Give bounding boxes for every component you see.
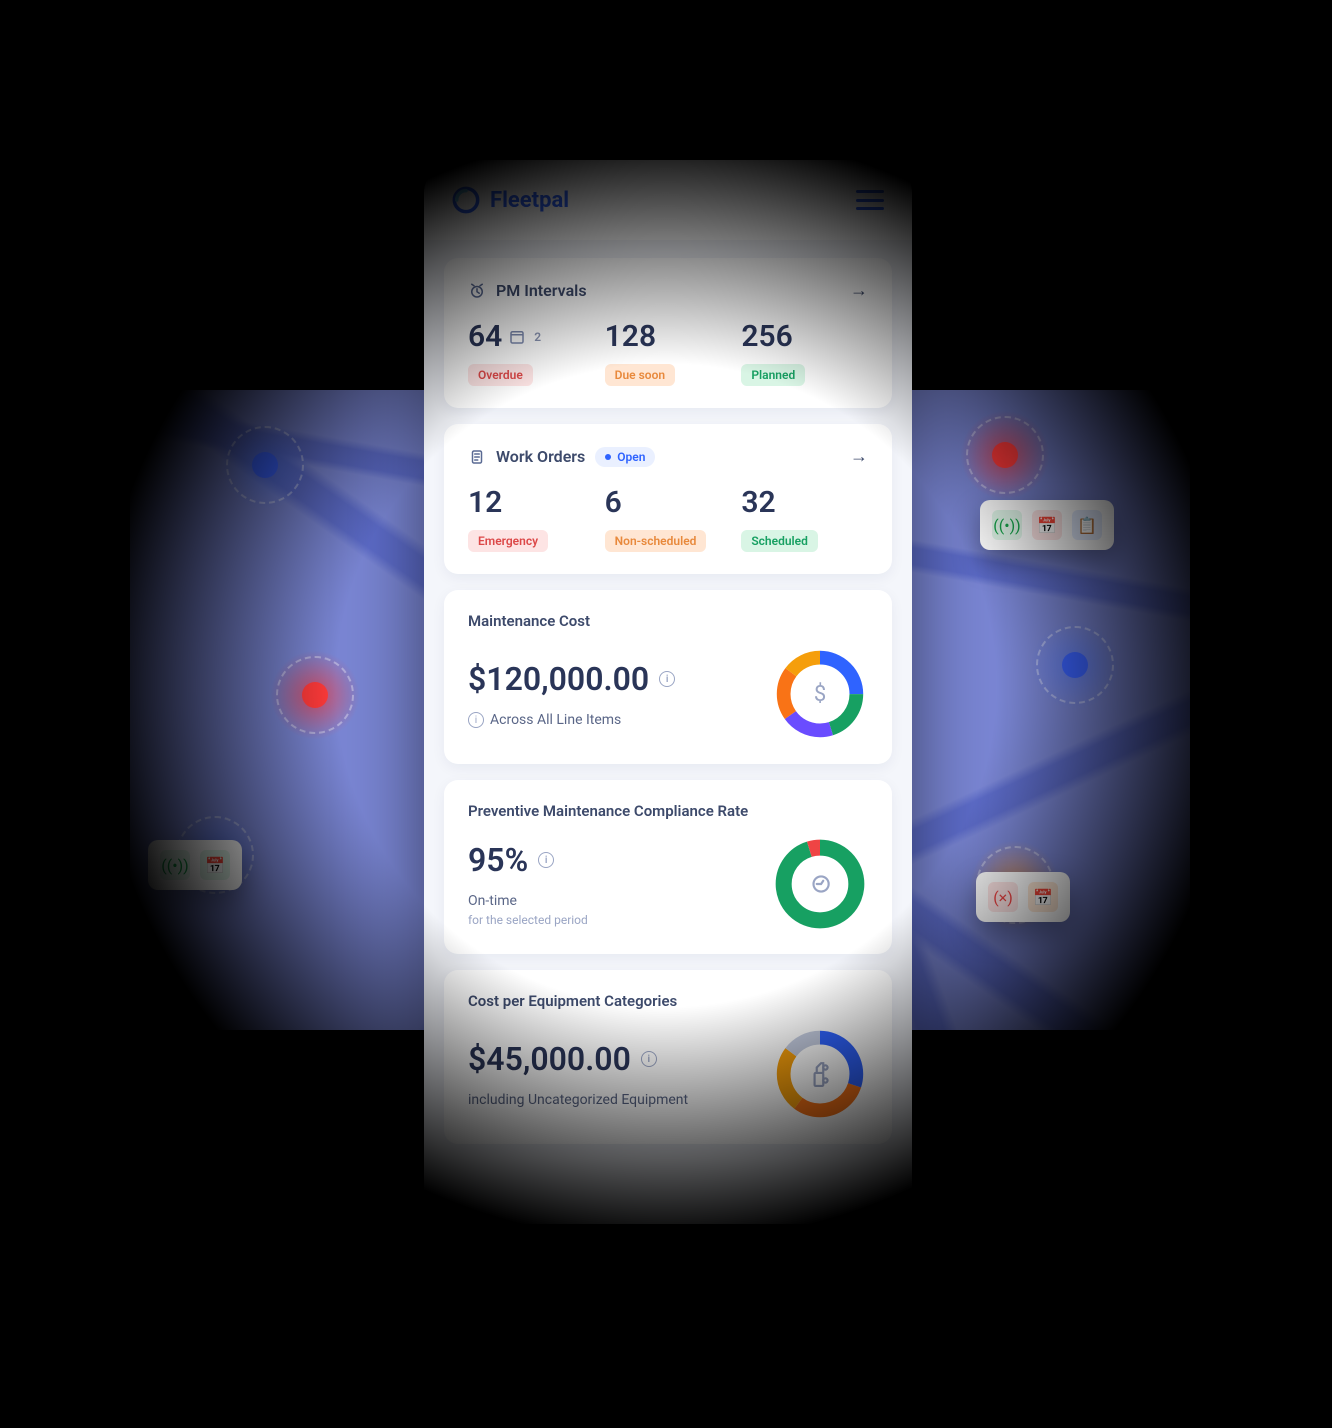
status-badge: Due soon — [605, 364, 675, 386]
kpi-note: On-time — [468, 893, 517, 909]
stat-due-soon: 128 Due soon — [605, 319, 732, 386]
clipboard-icon — [468, 448, 486, 466]
alarm-icon — [772, 836, 868, 932]
stat-value: 32 — [741, 485, 775, 520]
map-pin-red — [270, 650, 360, 740]
calendar-clock-icon: 📅 — [1028, 882, 1058, 912]
status-badge: Scheduled — [741, 530, 818, 552]
calendar-icon — [508, 328, 526, 346]
brand-name: Fleetpal — [490, 188, 569, 213]
kpi-note-sub: for the selected period — [468, 913, 754, 927]
status-badge: Emergency — [468, 530, 548, 552]
alarm-icon — [468, 282, 486, 300]
map-tooltip-left: ((•)) 📅 — [148, 840, 242, 890]
dollar-icon: $ — [772, 646, 868, 742]
calendar-check-icon: 📅 — [200, 850, 230, 880]
stat-overdue: 64 2 Overdue — [468, 319, 595, 386]
clipboard-icon: 📋 — [1072, 510, 1102, 540]
equipment-cost-donut — [772, 1026, 868, 1122]
equipment-cost-card[interactable]: Cost per Equipment Categories $45,000.00… — [444, 970, 892, 1144]
status-badge: Non-scheduled — [605, 530, 707, 552]
status-badge: Planned — [741, 364, 805, 386]
stat-value: 12 — [468, 485, 502, 520]
card-title: PM Intervals — [496, 281, 587, 300]
kpi-note: Across All Line Items — [490, 712, 621, 728]
brand-logo-icon — [452, 186, 480, 214]
arrow-right-icon[interactable]: → — [850, 446, 868, 467]
arrow-right-icon[interactable]: → — [850, 280, 868, 301]
app-header: Fleetpal — [424, 160, 912, 240]
kpi-value: 95% — [468, 841, 528, 879]
maintenance-cost-donut: $ — [772, 646, 868, 742]
stat-non-scheduled: 6 Non-scheduled — [605, 485, 732, 552]
stat-value: 128 — [605, 319, 656, 354]
map-tooltip-bottom-right: (×) 📅 — [976, 872, 1070, 922]
map-tooltip-top-right: ((•)) 📅 📋 — [980, 500, 1114, 550]
pm-compliance-card[interactable]: Preventive Maintenance Compliance Rate 9… — [444, 780, 892, 954]
dashboard-cards: PM Intervals → 64 2 Overdue 128 Due soon — [424, 240, 912, 1184]
info-icon: i — [468, 712, 484, 728]
pm-intervals-card[interactable]: PM Intervals → 64 2 Overdue 128 Due soon — [444, 258, 892, 408]
work-orders-card[interactable]: Work Orders Open → 12 Emergency 6 Non-sc… — [444, 424, 892, 574]
stat-sub: 2 — [534, 330, 541, 344]
stat-scheduled: 32 Scheduled — [741, 485, 868, 552]
status-pill: Open — [595, 447, 655, 467]
kpi-value: $45,000.00 — [468, 1040, 631, 1078]
calendar-alert-icon: 📅 — [1032, 510, 1062, 540]
brand: Fleetpal — [452, 186, 569, 214]
pm-compliance-donut — [772, 836, 868, 932]
stat-planned: 256 Planned — [741, 319, 868, 386]
map-pin-red — [960, 410, 1050, 500]
info-icon[interactable]: i — [659, 671, 675, 687]
stat-emergency: 12 Emergency — [468, 485, 595, 552]
kpi-value: $120,000.00 — [468, 660, 649, 698]
card-title: Maintenance Cost — [468, 612, 868, 630]
maintenance-cost-card[interactable]: Maintenance Cost $120,000.00 i i Across … — [444, 590, 892, 764]
status-badge: Overdue — [468, 364, 533, 386]
stat-value: 64 — [468, 319, 502, 354]
info-icon[interactable]: i — [641, 1051, 657, 1067]
stat-value: 6 — [605, 485, 622, 520]
signal-off-icon: (×) — [988, 882, 1018, 912]
signal-icon: ((•)) — [992, 510, 1022, 540]
card-title: Work Orders — [496, 447, 585, 466]
map-pin-blue — [1030, 620, 1120, 710]
menu-button[interactable] — [856, 190, 884, 210]
truck-icon — [772, 1026, 868, 1122]
info-icon[interactable]: i — [538, 852, 554, 868]
card-title: Cost per Equipment Categories — [468, 992, 868, 1010]
kpi-note: including Uncategorized Equipment — [468, 1092, 688, 1108]
card-title: Preventive Maintenance Compliance Rate — [468, 802, 868, 820]
map-pin-blue — [220, 420, 310, 510]
mobile-app-frame: Fleetpal PM Intervals → 64 2 — [424, 160, 912, 1224]
stat-value: 256 — [741, 319, 792, 354]
signal-icon: ((•)) — [160, 850, 190, 880]
